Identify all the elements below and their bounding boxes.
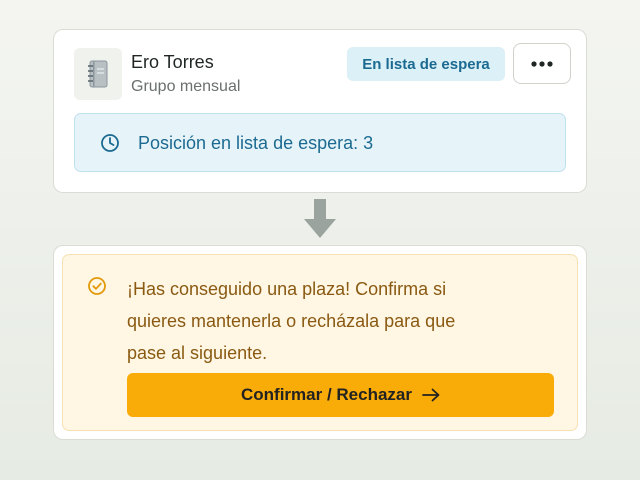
spot-available-notice: ¡Has conseguido una plaza! Confirma si q… [62, 254, 578, 431]
check-circle-icon [88, 277, 106, 295]
confirmation-card: ¡Has conseguido una plaza! Confirma si q… [53, 245, 587, 440]
avatar [74, 48, 122, 100]
status-badge: En lista de espera [347, 47, 505, 81]
enrollment-card: Ero Torres Grupo mensual En lista de esp… [53, 29, 587, 193]
waitlist-position-box: Posición en lista de espera: 3 [74, 113, 566, 172]
arrow-down-icon [304, 199, 336, 238]
notice-line-2: quieres mantenerla o recházala para que [127, 311, 456, 331]
member-group: Grupo mensual [131, 78, 241, 95]
member-name: Ero Torres [131, 52, 214, 72]
confirm-reject-label: Confirmar / Rechazar [241, 385, 412, 404]
confirm-reject-button[interactable]: Confirmar / Rechazar [127, 373, 554, 417]
notice-line-1: ¡Has conseguido una plaza! Confirma si [127, 279, 447, 299]
arrow-right-icon [422, 388, 440, 402]
notice-message: ¡Has conseguido una plaza! Confirma si q… [127, 273, 557, 369]
clock-icon [101, 134, 119, 152]
more-options-button[interactable] [513, 43, 571, 84]
notebook-icon [88, 60, 108, 88]
notice-line-3: pase al siguiente. [127, 343, 268, 363]
waitlist-position-text: Posición en lista de espera: 3 [138, 133, 374, 153]
more-horizontal-icon [531, 60, 553, 67]
